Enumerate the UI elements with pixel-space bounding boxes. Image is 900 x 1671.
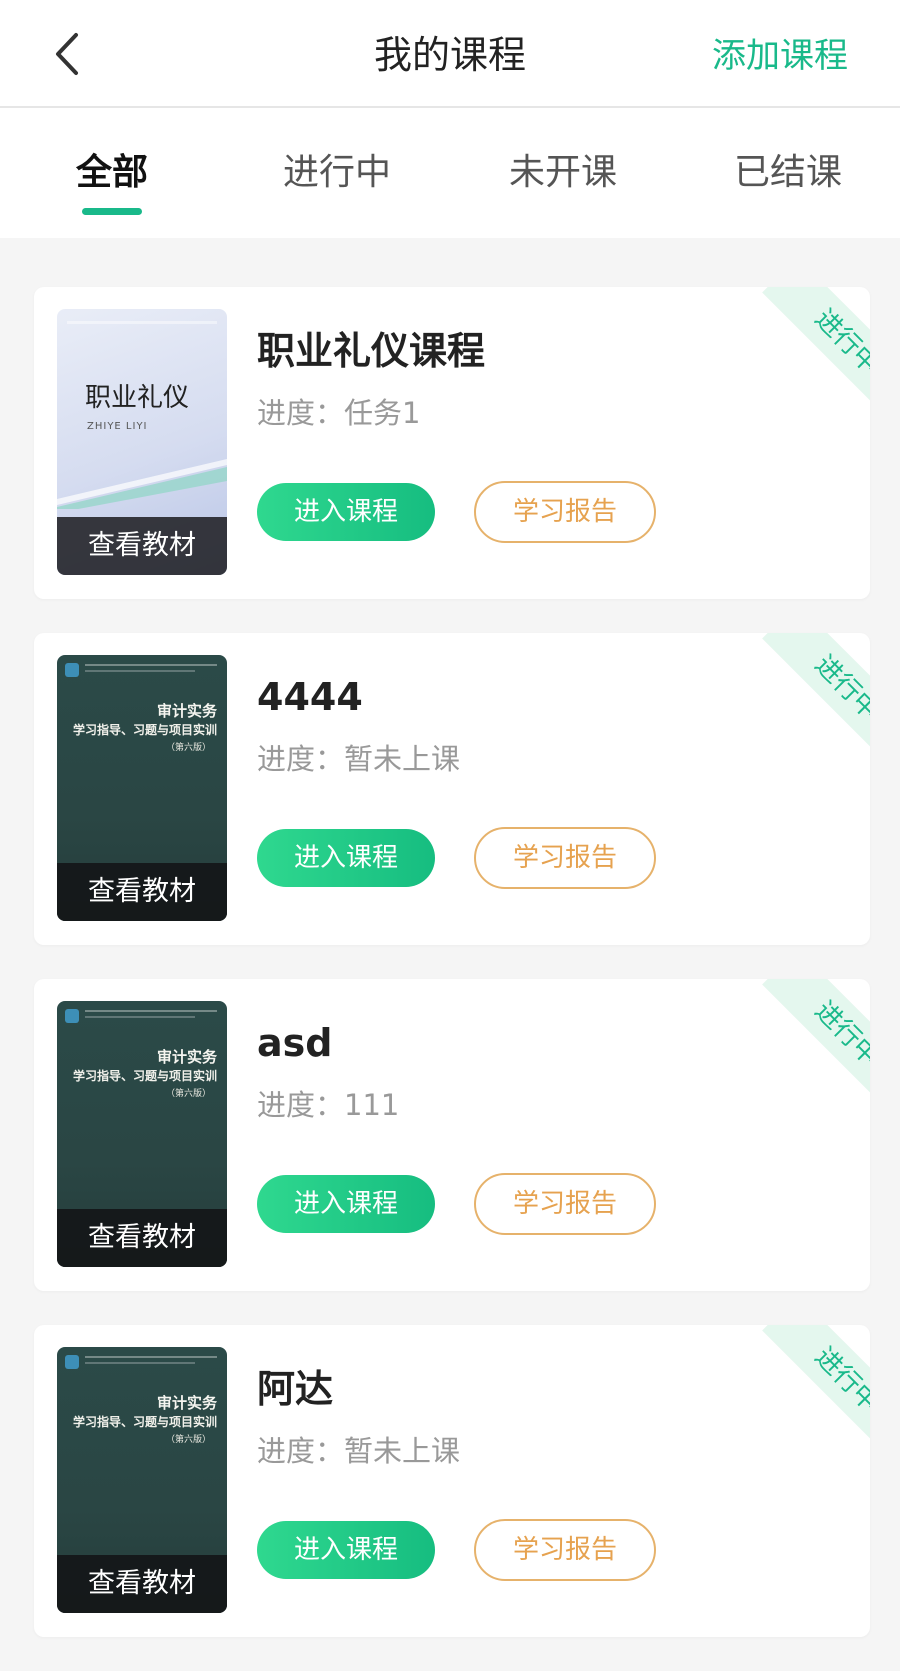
add-course-button[interactable]: 添加课程 xyxy=(712,32,848,80)
cover-edition: （第六版） xyxy=(165,1089,211,1099)
tab-finished[interactable]: 已结课 xyxy=(698,148,878,198)
cover-decoration xyxy=(85,1010,217,1012)
cover-title: 审计实务 xyxy=(156,702,217,720)
cover-decoration xyxy=(85,670,195,672)
chevron-left-icon xyxy=(56,33,78,75)
status-ribbon: 进行中 xyxy=(750,633,870,753)
course-progress: 进度：111 xyxy=(257,1088,400,1122)
tab-not-started[interactable]: 未开课 xyxy=(473,148,653,198)
enter-course-button[interactable]: 进入课程 xyxy=(257,483,435,541)
view-textbook-button[interactable]: 查看教材 xyxy=(57,1209,227,1267)
view-textbook-button[interactable]: 查看教材 xyxy=(57,863,227,921)
course-progress: 进度：暂未上课 xyxy=(257,1434,461,1468)
cover-decoration xyxy=(67,321,217,324)
cover-decoration xyxy=(85,1016,195,1018)
view-textbook-button[interactable]: 查看教材 xyxy=(57,1555,227,1613)
app-header: 我的课程 添加课程 xyxy=(0,0,900,108)
cover-subtitle: 学习指导、习题与项目实训 xyxy=(72,1069,217,1083)
publisher-logo-icon xyxy=(65,1355,79,1369)
enter-course-button[interactable]: 进入课程 xyxy=(257,829,435,887)
tab-bar: 全部 进行中 未开课 已结课 xyxy=(0,108,900,238)
enter-course-button[interactable]: 进入课程 xyxy=(257,1521,435,1579)
status-ribbon: 进行中 xyxy=(750,287,870,407)
publisher-logo-icon xyxy=(65,663,79,677)
textbook-cover[interactable]: 审计实务 学习指导、习题与项目实训 （第六版） 查看教材 xyxy=(57,655,227,921)
study-report-button[interactable]: 学习报告 xyxy=(474,1173,656,1235)
cover-decoration xyxy=(85,1362,195,1364)
course-list: 职业礼仪 ZHIYE LIYI 查看教材 职业礼仪课程 进度：任务1 进入课程 … xyxy=(34,287,870,1671)
publisher-logo-icon xyxy=(65,1009,79,1023)
course-title: 4444 xyxy=(257,675,363,719)
view-textbook-button[interactable]: 查看教材 xyxy=(57,517,227,575)
course-title: asd xyxy=(257,1021,333,1065)
cover-title: 职业礼仪 xyxy=(85,383,190,413)
course-title: 职业礼仪课程 xyxy=(257,329,486,373)
cover-title: 审计实务 xyxy=(156,1048,217,1066)
status-badge: 进行中 xyxy=(762,1325,870,1445)
cover-subtitle: 学习指导、习题与项目实训 xyxy=(72,723,217,737)
back-button[interactable] xyxy=(42,26,92,82)
course-progress: 进度：暂未上课 xyxy=(257,742,461,776)
textbook-cover[interactable]: 审计实务 学习指导、习题与项目实训 （第六版） 查看教材 xyxy=(57,1001,227,1267)
enter-course-button[interactable]: 进入课程 xyxy=(257,1175,435,1233)
study-report-button[interactable]: 学习报告 xyxy=(474,481,656,543)
cover-decoration xyxy=(57,459,227,509)
study-report-button[interactable]: 学习报告 xyxy=(474,827,656,889)
status-ribbon: 进行中 xyxy=(750,1325,870,1445)
active-tab-indicator xyxy=(82,208,142,215)
tab-in-progress[interactable]: 进行中 xyxy=(247,148,427,198)
textbook-cover[interactable]: 职业礼仪 ZHIYE LIYI 查看教材 xyxy=(57,309,227,575)
status-badge: 进行中 xyxy=(762,979,870,1099)
cover-decoration xyxy=(85,1356,217,1358)
tab-all[interactable]: 全部 xyxy=(22,148,202,198)
cover-edition: （第六版） xyxy=(165,743,211,753)
textbook-cover[interactable]: 审计实务 学习指导、习题与项目实训 （第六版） 查看教材 xyxy=(57,1347,227,1613)
status-badge: 进行中 xyxy=(762,633,870,753)
cover-decoration xyxy=(85,664,217,666)
cover-title: 审计实务 xyxy=(156,1394,217,1412)
status-ribbon: 进行中 xyxy=(750,979,870,1099)
course-progress: 进度：任务1 xyxy=(257,396,421,430)
course-title: 阿达 xyxy=(257,1367,334,1411)
status-badge: 进行中 xyxy=(762,287,870,407)
cover-subtitle: ZHIYE LIYI xyxy=(87,421,148,432)
cover-subtitle: 学习指导、习题与项目实训 xyxy=(72,1415,217,1429)
cover-edition: （第六版） xyxy=(165,1435,211,1445)
study-report-button[interactable]: 学习报告 xyxy=(474,1519,656,1581)
course-card: 职业礼仪 ZHIYE LIYI 查看教材 职业礼仪课程 进度：任务1 进入课程 … xyxy=(34,287,870,599)
course-card: 审计实务 学习指导、习题与项目实训 （第六版） 查看教材 4444 进度：暂未上… xyxy=(34,633,870,945)
course-card: 审计实务 学习指导、习题与项目实训 （第六版） 查看教材 asd 进度：111 … xyxy=(34,979,870,1291)
course-card: 审计实务 学习指导、习题与项目实训 （第六版） 查看教材 阿达 进度：暂未上课 … xyxy=(34,1325,870,1637)
